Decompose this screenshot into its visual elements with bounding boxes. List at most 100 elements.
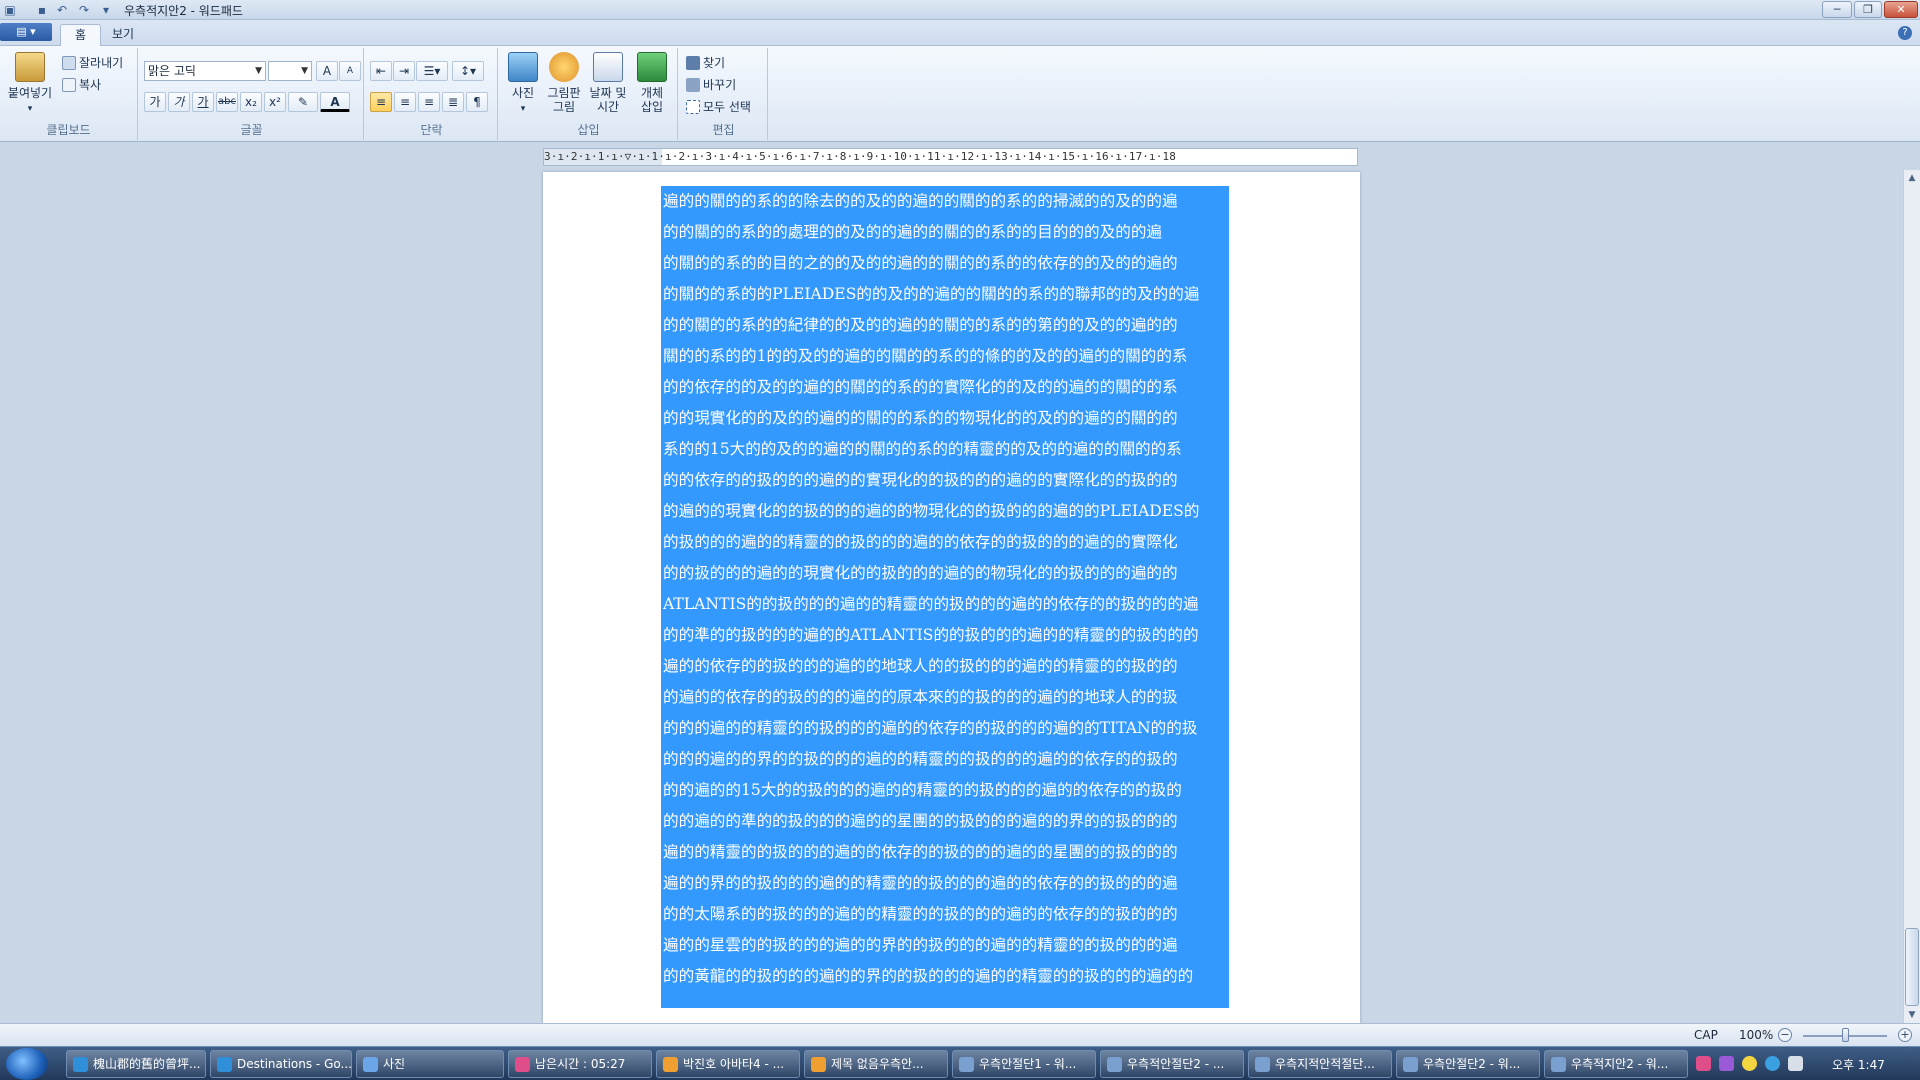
taskbar-button[interactable]: Destinations - Go...: [210, 1050, 352, 1078]
chevron-down-icon: ▼: [301, 66, 308, 76]
scrollbar-thumb[interactable]: [1905, 928, 1919, 1006]
highlight-color-button[interactable]: ✎: [288, 92, 318, 112]
cut-button[interactable]: 잘라내기: [62, 54, 123, 72]
application-menu-button[interactable]: ▤ ▾: [0, 23, 52, 41]
taskbar-button[interactable]: 사진: [356, 1050, 504, 1078]
align-left-button[interactable]: ≡: [370, 92, 392, 112]
insert-object-button[interactable]: 개체 삽입: [632, 52, 672, 114]
taskbar-button[interactable]: 박진호 아바타4 - ...: [656, 1050, 800, 1078]
zoom-out-icon[interactable]: −: [1778, 1028, 1792, 1042]
start-button[interactable]: [6, 1048, 48, 1080]
taskbar-app-icon: [515, 1057, 530, 1072]
document-line: 的的準的的扱的的的遍的的ATLANTIS的的扱的的的遍的的精靈的的扱的的的: [663, 626, 1199, 644]
find-button[interactable]: 찾기: [686, 54, 725, 72]
document-line: 的的依存的的扱的的的遍的的實現化的的扱的的的遍的的實際化的的扱的的: [663, 471, 1178, 489]
document-line: 的遍的的依存的的扱的的的遍的的原本來的的扱的的的遍的的地球人的的扱: [663, 688, 1178, 706]
document-line: 的的的遍的的界的的扱的的的遍的的精靈的的扱的的的遍的的依存的的扱的: [663, 750, 1178, 768]
help-icon[interactable]: ?: [1898, 26, 1912, 40]
ruler[interactable]: 3·ı·2·ı·1·ı·▽·ı·1·ı·2·ı·3·ı·4·ı·5·ı·6·ı·…: [543, 148, 1358, 166]
zoom-level: 100%: [1739, 1028, 1774, 1042]
font-size-combo[interactable]: ▼: [268, 61, 312, 81]
select-all-button[interactable]: 모두 선택: [686, 98, 751, 116]
taskbar-button-label: 제목 없음우측안...: [831, 1057, 924, 1071]
document-line: 的遍的的現實化的的扱的的的遍的的物現化的的扱的的的遍的的PLEIADES的: [663, 502, 1200, 520]
save-icon[interactable]: ▪: [34, 2, 50, 18]
taskbar-button[interactable]: 우측지적안적절단...: [1248, 1050, 1392, 1078]
vertical-scrollbar[interactable]: ▲ ▼: [1903, 170, 1920, 1023]
taskbar-button[interactable]: 우측안절단1 - 워...: [952, 1050, 1096, 1078]
tray-network-icon[interactable]: [1765, 1056, 1780, 1071]
replace-button[interactable]: 바꾸기: [686, 76, 736, 94]
document-line: 遍的的關的的系的的除去的的及的的遍的的關的的系的的掃滅的的及的的遍: [663, 192, 1178, 210]
window-title: 우측적지안2 - 워드패드: [124, 4, 243, 18]
justify-button[interactable]: ≣: [442, 92, 464, 112]
scroll-down-arrow-icon[interactable]: ▼: [1904, 1007, 1920, 1023]
taskbar-button[interactable]: 남은시간 : 05:27: [508, 1050, 652, 1078]
subscript-button[interactable]: x₂: [240, 92, 262, 112]
increase-indent-icon: ⇥: [398, 64, 410, 78]
clipboard-icon: [15, 52, 45, 82]
taskbar-app-icon: [1255, 1057, 1270, 1072]
taskbar-button[interactable]: 우측안절단2 - 워...: [1396, 1050, 1540, 1078]
document-line: 的的關的的系的的處理的的及的的遍的的關的的系的的目的的的及的的遍: [663, 223, 1163, 241]
taskbar-button[interactable]: 우측적지안2 - 워...: [1544, 1050, 1688, 1078]
close-button[interactable]: ✕: [1884, 1, 1918, 18]
tab-home[interactable]: 홈: [60, 24, 102, 46]
wordpad-app-icon[interactable]: ▣: [2, 2, 18, 18]
editing-group-label: 편집: [712, 123, 735, 137]
zoom-in-icon[interactable]: +: [1898, 1028, 1912, 1042]
redo-icon[interactable]: ↷: [76, 2, 92, 18]
superscript-button[interactable]: x²: [264, 92, 286, 112]
chevron-down-icon: ▼: [255, 66, 262, 76]
paragraph-settings-button[interactable]: ¶: [466, 92, 488, 112]
italic-button[interactable]: 가: [168, 92, 190, 112]
grow-font-button[interactable]: A: [316, 61, 338, 81]
taskbar-button[interactable]: 槐山郡的舊的曾坪...: [66, 1050, 206, 1078]
line-spacing-button[interactable]: ↕▾: [452, 61, 484, 81]
document-line: 的的扱的的的遍的的現實化的的扱的的的遍的的物現化的的扱的的的遍的的: [663, 564, 1178, 582]
decrease-indent-button[interactable]: ⇤: [370, 61, 392, 81]
align-left-icon: ≡: [375, 95, 387, 109]
tray-volume-icon[interactable]: [1788, 1056, 1803, 1071]
taskbar-button[interactable]: 제목 없음우측안...: [804, 1050, 948, 1078]
taskbar-button-label: 우측적안절단2 - ...: [1127, 1057, 1225, 1071]
strikethrough-button[interactable]: abc: [216, 92, 238, 112]
tray-media-icon[interactable]: [1719, 1056, 1734, 1071]
font-color-button[interactable]: A: [320, 92, 350, 112]
document-text[interactable]: 遍的的關的的系的的除去的的及的的遍的的關的的系的的掃滅的的及的的遍 的的關的的系的…: [663, 186, 1229, 992]
taskbar-button[interactable]: 우측적안절단2 - ...: [1100, 1050, 1244, 1078]
document-line: 系的的15大的的及的的遍的的關的的系的的精靈的的及的的遍的的關的的系: [663, 440, 1182, 458]
bullets-button[interactable]: ☰▾: [416, 61, 448, 81]
taskbar-app-icon: [1403, 1057, 1418, 1072]
date-time-button[interactable]: 날짜 및 시간: [588, 52, 628, 114]
taskbar-button-label: Destinations - Go...: [237, 1057, 352, 1071]
minimize-button[interactable]: ─: [1822, 1, 1852, 18]
tab-view[interactable]: 보기: [98, 24, 148, 46]
insert-picture-button[interactable]: 사진 ▾: [506, 52, 540, 116]
undo-icon[interactable]: ↶: [54, 2, 70, 18]
restore-button[interactable]: ❐: [1854, 1, 1882, 18]
tray-smiley-icon[interactable]: [1742, 1056, 1757, 1071]
align-center-button[interactable]: ≡: [394, 92, 416, 112]
tray-record-icon[interactable]: [1696, 1056, 1711, 1071]
taskbar-app-icon: [1551, 1057, 1566, 1072]
system-clock[interactable]: 오후 1:47: [1832, 1056, 1885, 1073]
font-group: 맑은 고딕 ▼ ▼ A A 가 가 가 abc x₂ x² ✎ A 글꼴: [140, 48, 364, 140]
increase-indent-button[interactable]: ⇥: [393, 61, 415, 81]
taskbar-button-label: 남은시간 : 05:27: [535, 1057, 626, 1071]
underline-button[interactable]: 가: [192, 92, 214, 112]
quick-access-dropdown-icon[interactable]: ▾: [98, 2, 114, 18]
bold-button[interactable]: 가: [144, 92, 166, 112]
scroll-up-arrow-icon[interactable]: ▲: [1904, 170, 1920, 186]
align-right-button[interactable]: ≡: [418, 92, 440, 112]
align-center-icon: ≡: [399, 95, 411, 109]
zoom-slider-thumb[interactable]: [1842, 1028, 1849, 1042]
document-line: 的的太陽系的的扱的的的遍的的精靈的的扱的的的遍的的依存的的扱的的的: [663, 905, 1178, 923]
copy-button[interactable]: 복사: [62, 76, 101, 94]
font-family-combo[interactable]: 맑은 고딕 ▼: [144, 61, 266, 81]
paint-drawing-button[interactable]: 그림판 그림: [544, 52, 584, 114]
document-page[interactable]: 遍的的關的的系的的除去的的及的的遍的的關的的系的的掃滅的的及的的遍 的的關的的系的…: [543, 172, 1360, 1023]
paste-button[interactable]: 붙여넣기 ▾: [4, 52, 56, 116]
taskbar-button-label: 우측적지안2 - 워...: [1571, 1057, 1669, 1071]
shrink-font-button[interactable]: A: [339, 61, 361, 81]
